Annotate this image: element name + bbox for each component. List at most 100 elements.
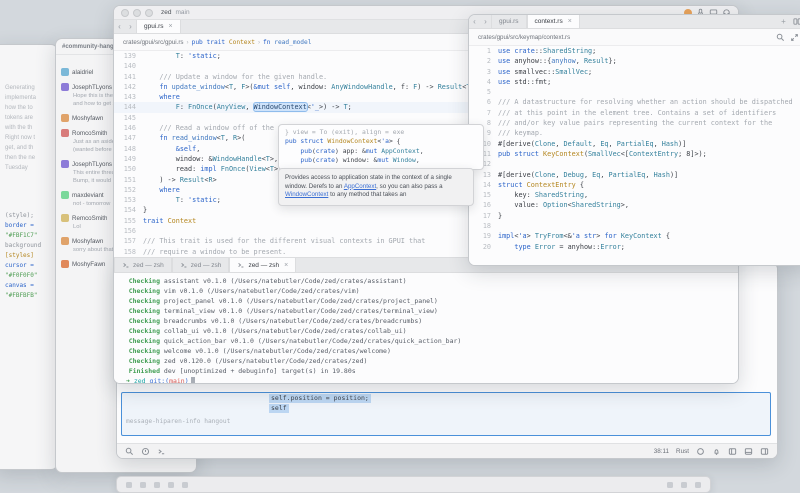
toolbar-icon[interactable] [695,482,701,488]
selected-code-line[interactable]: self [269,404,289,413]
background-code-line: "#FBF1C7" [5,231,53,241]
code-token: &self [176,145,196,153]
nav-forward-icon[interactable]: › [125,20,136,33]
avatar [61,114,69,122]
selection-rectangle[interactable] [121,392,771,436]
doc-link[interactable]: AppContext [344,183,376,190]
tab-zed-zsh[interactable]: zed — zsh× [229,258,296,272]
cursor-position[interactable]: 38:11 [654,448,669,455]
code-line[interactable]: 3use smallvec::SmallVec; [469,67,800,77]
code-line[interactable]: 2use anyhow::{anyhow, Result}; [469,56,800,66]
cargo-status-word: Checking [126,306,160,316]
terminal-output-line: Checking project_panel v0.1.0 (/Users/na… [126,296,738,306]
close-icon[interactable]: × [169,23,173,30]
line-number: 145 [114,113,143,123]
code-token: KeyContext [543,150,584,158]
copilot-icon[interactable] [696,447,705,456]
breadcrumb-symbol[interactable]: pub trait Context [192,39,255,46]
nav-back-icon[interactable]: ‹ [114,20,125,33]
line-number: 20 [469,242,498,252]
code-token: Default [564,140,593,148]
search-icon[interactable] [125,447,134,456]
code-line[interactable]: 8/// and/or key value pairs representing… [469,118,800,128]
code-text: key: SharedString, [498,190,588,200]
code-line[interactable]: 4use std::fmt; [469,77,800,87]
code-line[interactable]: 5 [469,87,800,97]
tab-zed-zsh[interactable]: zed — zsh [172,258,230,272]
terminal-panel[interactable]: Checking assistant v0.1.0 (/Users/natebu… [114,273,738,383]
tab-label: context.rs [535,18,563,25]
code-line[interactable]: 1use crate::SharedString; [469,46,800,56]
code-line[interactable]: 6/// A datastructure for resolving wheth… [469,97,800,107]
code-token: key: [498,191,535,199]
nav-back-icon[interactable]: ‹ [469,15,480,28]
code-line[interactable]: 15 key: SharedString, [469,190,800,200]
username: maxdeviant [72,192,104,199]
toolbar-icon[interactable] [182,482,188,488]
tab-gpui-rs[interactable]: gpui.rs× [136,20,181,33]
code-line[interactable]: 13#[derive(Clone, Debug, Eq, PartialEq, … [469,170,800,180]
split-pane-icon[interactable] [793,17,800,26]
tab-zed-zsh[interactable]: zed — zsh [114,258,172,272]
tab-context-rs[interactable]: context.rs × [527,15,580,28]
username: MoshyFawn [72,261,105,268]
nav-forward-icon[interactable]: › [480,15,491,28]
line-number: 5 [469,87,498,97]
code-token: where [159,93,179,101]
code-token: fn [159,83,167,91]
toolbar-icon[interactable] [154,482,160,488]
tab-gpui-rs[interactable]: gpui.rs [491,15,527,28]
diagnostics-icon[interactable] [141,447,150,456]
breadcrumb-symbol[interactable]: fn read_model [263,39,311,46]
terminal-text: project_panel v0.1.0 (/Users/natebutler/… [160,297,438,305]
avatar [61,214,69,222]
breadcrumb-path[interactable]: crates/gpui/src/gpui.rs [123,39,184,46]
breadcrumb-path[interactable]: crates/gpui/src/keymap/context.rs [478,34,570,41]
line-number: 6 [469,97,498,107]
terminal-toggle-icon[interactable] [157,447,166,456]
code-line[interactable]: 16 value: Option<SharedString>, [469,200,800,210]
code-line[interactable]: 18 [469,221,800,231]
expand-icon[interactable] [790,33,799,42]
close-icon[interactable]: × [284,262,288,269]
code-line[interactable]: 14struct ContextEntry { [469,180,800,190]
code-line[interactable]: 20 type Error = anyhow::Error; [469,242,800,252]
username: RomcoSmith [72,130,107,137]
code-token: PartialEq [609,171,646,179]
close-icon[interactable]: × [568,18,572,25]
toolbar-icon[interactable] [681,482,687,488]
code-token: SharedString [535,191,584,199]
code-line[interactable]: 9/// keymap. [469,128,800,138]
bottom-dock-icon[interactable] [744,447,753,456]
code-token: read_model [274,39,311,46]
code-editor-context[interactable]: 1use crate::SharedString;2use anyhow::{a… [469,46,800,265]
search-icon[interactable] [776,33,785,42]
code-line[interactable]: 10#[derive(Clone, Default, Eq, PartialEq… [469,139,800,149]
window-minimize-button[interactable] [133,9,141,17]
project-name[interactable]: zed [161,9,171,16]
window-zoom-button[interactable] [145,9,153,17]
new-tab-icon[interactable]: + [778,17,789,26]
doc-link[interactable]: WindowContext [285,191,328,198]
toolbar-icon[interactable] [168,482,174,488]
branch-name[interactable]: main [175,9,189,16]
bell-icon[interactable] [712,447,721,456]
selected-code-line[interactable]: self.position = position; [269,394,371,403]
toolbar-icon[interactable] [126,482,132,488]
left-dock-icon[interactable] [728,447,737,456]
background-text-block: Generatingimplementahow the totokens are… [5,83,53,173]
code-token: impl [498,232,514,240]
window-close-button[interactable] [121,9,129,17]
language-indicator[interactable]: Rust [676,448,689,455]
breadcrumb-bar: crates/gpui/src/keymap/context.rs [469,29,800,46]
code-token: Clone [535,171,555,179]
code-line[interactable]: 12 [469,159,800,169]
right-dock-icon[interactable] [760,447,769,456]
code-line[interactable]: 7/// at this point in the element tree. … [469,108,800,118]
code-line[interactable]: 17} [469,211,800,221]
hovered-symbol[interactable]: WindowContext [254,103,307,111]
code-line[interactable]: 11pub struct KeyContext(SmallVec<[Contex… [469,149,800,159]
toolbar-icon[interactable] [140,482,146,488]
toolbar-icon[interactable] [667,482,673,488]
code-line[interactable]: 19impl<'a> TryFrom<&'a str> for KeyConte… [469,231,800,241]
